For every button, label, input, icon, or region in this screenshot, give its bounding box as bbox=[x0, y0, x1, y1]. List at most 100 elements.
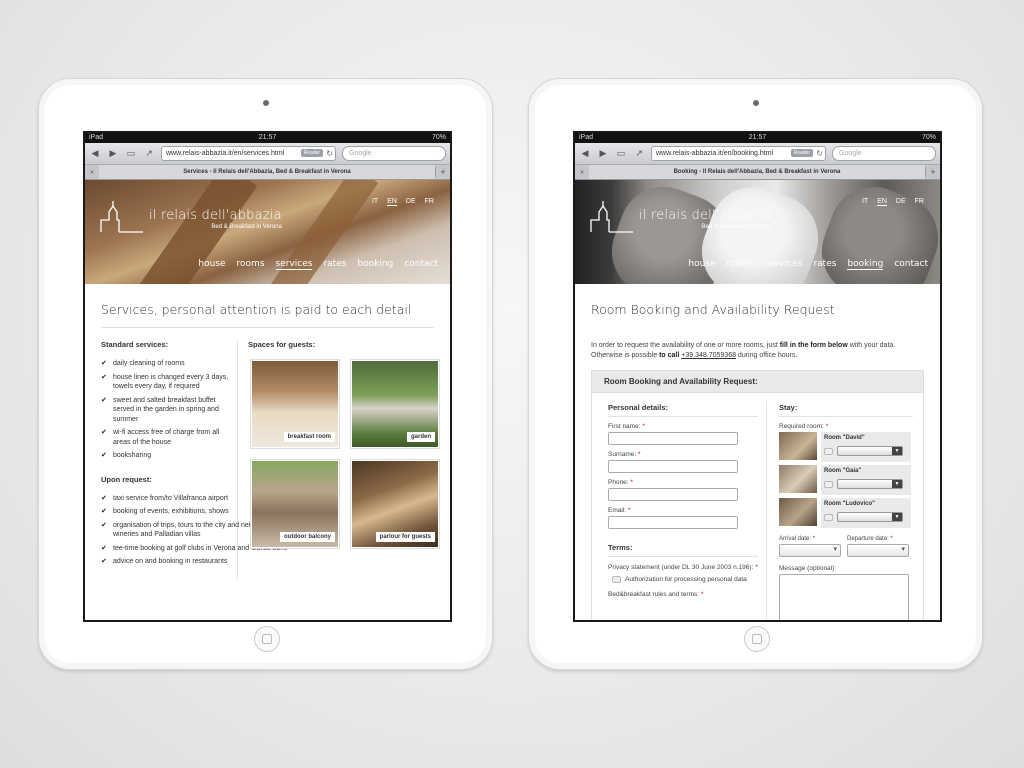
tab-title[interactable]: Booking - Il Relais dell'Abbazia, Bed & … bbox=[589, 165, 925, 179]
intro-part: with your data. bbox=[847, 342, 896, 349]
tile-outdoor-balcony[interactable]: outdoor balcony bbox=[250, 459, 340, 549]
room-quantity-select[interactable]: ▼ bbox=[837, 512, 903, 522]
phone-field[interactable] bbox=[608, 488, 738, 501]
list-item: house linen is changed every 3 days, tow… bbox=[101, 373, 231, 392]
bookmarks-icon[interactable]: ▭ bbox=[125, 148, 137, 159]
new-tab-icon[interactable]: + bbox=[925, 167, 940, 177]
new-tab-icon[interactable]: + bbox=[435, 167, 450, 177]
message-textarea[interactable] bbox=[779, 574, 909, 620]
clock: 21:57 bbox=[748, 134, 767, 141]
room-checkbox[interactable] bbox=[824, 448, 833, 456]
tile-breakfast-room[interactable]: breakfast room bbox=[250, 359, 340, 449]
logo-name: il relais dell'abbazia bbox=[149, 208, 282, 223]
close-tab-icon[interactable]: ✕ bbox=[575, 169, 589, 176]
departure-date-select[interactable] bbox=[847, 544, 909, 557]
intro-text: In order to request the availability of … bbox=[591, 341, 924, 360]
stay-column: Stay: Required room: * Room "David" ▼ Ro… bbox=[767, 401, 913, 620]
auth-checkbox[interactable] bbox=[612, 575, 621, 583]
field-label: Surname: * bbox=[608, 451, 641, 458]
bookmarks-icon[interactable]: ▭ bbox=[615, 148, 627, 159]
forward-icon[interactable]: ▶ bbox=[597, 148, 609, 159]
reload-icon[interactable]: ↻ bbox=[326, 147, 333, 160]
lang-en[interactable]: EN bbox=[877, 198, 887, 206]
departure-label: Departure date: * bbox=[847, 536, 893, 542]
arrival-date-select[interactable] bbox=[779, 544, 841, 557]
label-text: Email: bbox=[608, 507, 627, 514]
close-tab-icon[interactable]: ✕ bbox=[85, 169, 99, 176]
menu-contact[interactable]: contact bbox=[894, 259, 928, 270]
surname-field[interactable] bbox=[608, 460, 738, 473]
menu-house[interactable]: house bbox=[688, 259, 715, 270]
screen-right: iPad 21:57 70% ◀ ▶ ▭ ↗ www.relais-abbazi… bbox=[573, 131, 942, 622]
tile-garden[interactable]: garden bbox=[350, 359, 440, 449]
tile-caption: breakfast room bbox=[283, 432, 335, 442]
lang-fr[interactable]: FR bbox=[425, 198, 434, 206]
lang-it[interactable]: IT bbox=[862, 198, 868, 206]
status-bar: iPad 21:57 70% bbox=[575, 133, 940, 143]
room-quantity-select[interactable]: ▼ bbox=[837, 479, 903, 489]
menu-rates[interactable]: rates bbox=[323, 259, 346, 270]
room-quantity-select[interactable]: ▼ bbox=[837, 446, 903, 456]
first-name-field[interactable] bbox=[608, 432, 738, 445]
forward-icon[interactable]: ▶ bbox=[107, 148, 119, 159]
share-icon[interactable]: ↗ bbox=[633, 148, 645, 159]
site-logo[interactable]: il relais dell'abbazia Bed & Breakfast i… bbox=[99, 198, 282, 234]
tab-bar: ✕ Services - Il Relais dell'Abbazia, Bed… bbox=[85, 165, 450, 180]
room-checkbox[interactable] bbox=[824, 481, 833, 489]
lang-de[interactable]: DE bbox=[406, 198, 416, 206]
search-input[interactable]: Google bbox=[342, 146, 446, 161]
home-button[interactable] bbox=[743, 626, 770, 652]
chevron-down-icon: ▼ bbox=[892, 480, 902, 488]
menu-rooms[interactable]: rooms bbox=[237, 259, 265, 270]
menu-services[interactable]: services bbox=[766, 259, 803, 270]
room-name: Room "Gaia" bbox=[824, 468, 862, 474]
tile-caption: parlour for guests bbox=[375, 532, 435, 542]
ipad-left: iPad 21:57 70% ◀ ▶ ▭ ↗ www.relais-abbazi… bbox=[38, 78, 493, 670]
booking-content: Room Booking and Availability Request In… bbox=[575, 302, 940, 620]
menu-rates[interactable]: rates bbox=[813, 259, 836, 270]
menu-house[interactable]: house bbox=[198, 259, 225, 270]
safari-toolbar: ◀ ▶ ▭ ↗ www.relais-abbazia.it/en/booking… bbox=[575, 143, 940, 165]
search-input[interactable]: Google bbox=[832, 146, 936, 161]
room-checkbox[interactable] bbox=[824, 514, 833, 522]
rules-text: Bed&breakfast rules and terms: bbox=[608, 591, 700, 598]
services-content: Services, personal attention is paid to … bbox=[85, 302, 450, 579]
page-title: Room Booking and Availability Request bbox=[591, 302, 835, 317]
back-icon[interactable]: ◀ bbox=[89, 148, 101, 159]
back-icon[interactable]: ◀ bbox=[579, 148, 591, 159]
field-label: First name: * bbox=[608, 423, 645, 430]
email-field[interactable] bbox=[608, 516, 738, 529]
site-logo[interactable]: il relais dell'abbazia Bed & Breakfast i… bbox=[589, 198, 772, 234]
reader-button[interactable]: Reader bbox=[790, 149, 813, 157]
logo-name: il relais dell'abbazia bbox=[639, 208, 772, 223]
tab-bar: ✕ Booking - Il Relais dell'Abbazia, Bed … bbox=[575, 165, 940, 180]
privacy-text: Privacy statement (under DL 30 June 2003… bbox=[608, 564, 754, 571]
hero-image: il relais dell'abbazia Bed & Breakfast i… bbox=[85, 180, 450, 284]
lang-de[interactable]: DE bbox=[896, 198, 906, 206]
tile-parlour[interactable]: parlour for guests bbox=[350, 459, 440, 549]
device-label: iPad bbox=[579, 134, 594, 141]
address-bar[interactable]: www.relais-abbazia.it/en/services.html R… bbox=[161, 146, 336, 161]
home-button[interactable] bbox=[253, 626, 280, 652]
lang-fr[interactable]: FR bbox=[915, 198, 924, 206]
lang-en[interactable]: EN bbox=[387, 198, 397, 206]
intro-part: In order to request the availability of … bbox=[591, 342, 780, 349]
menu-rooms[interactable]: rooms bbox=[727, 259, 755, 270]
tab-title[interactable]: Services - Il Relais dell'Abbazia, Bed &… bbox=[99, 165, 435, 179]
menu-booking[interactable]: booking bbox=[357, 259, 393, 270]
intro-part: during office hours. bbox=[735, 351, 798, 359]
lang-it[interactable]: IT bbox=[372, 198, 378, 206]
label-text: Phone: bbox=[608, 479, 629, 486]
stay-heading: Stay: bbox=[779, 403, 913, 417]
reload-icon[interactable]: ↻ bbox=[816, 147, 823, 160]
safari-toolbar: ◀ ▶ ▭ ↗ www.relais-abbazia.it/en/service… bbox=[85, 143, 450, 165]
menu-services[interactable]: services bbox=[275, 259, 313, 270]
phone-link[interactable]: +39.348.7059368 bbox=[681, 352, 736, 359]
menu-contact[interactable]: contact bbox=[404, 259, 438, 270]
label-text: Departure date: bbox=[847, 536, 889, 542]
label-text: Surname: bbox=[608, 451, 637, 458]
share-icon[interactable]: ↗ bbox=[143, 148, 155, 159]
address-bar[interactable]: www.relais-abbazia.it/en/booking.html Re… bbox=[651, 146, 826, 161]
reader-button[interactable]: Reader bbox=[300, 149, 323, 157]
menu-booking[interactable]: booking bbox=[847, 259, 884, 270]
